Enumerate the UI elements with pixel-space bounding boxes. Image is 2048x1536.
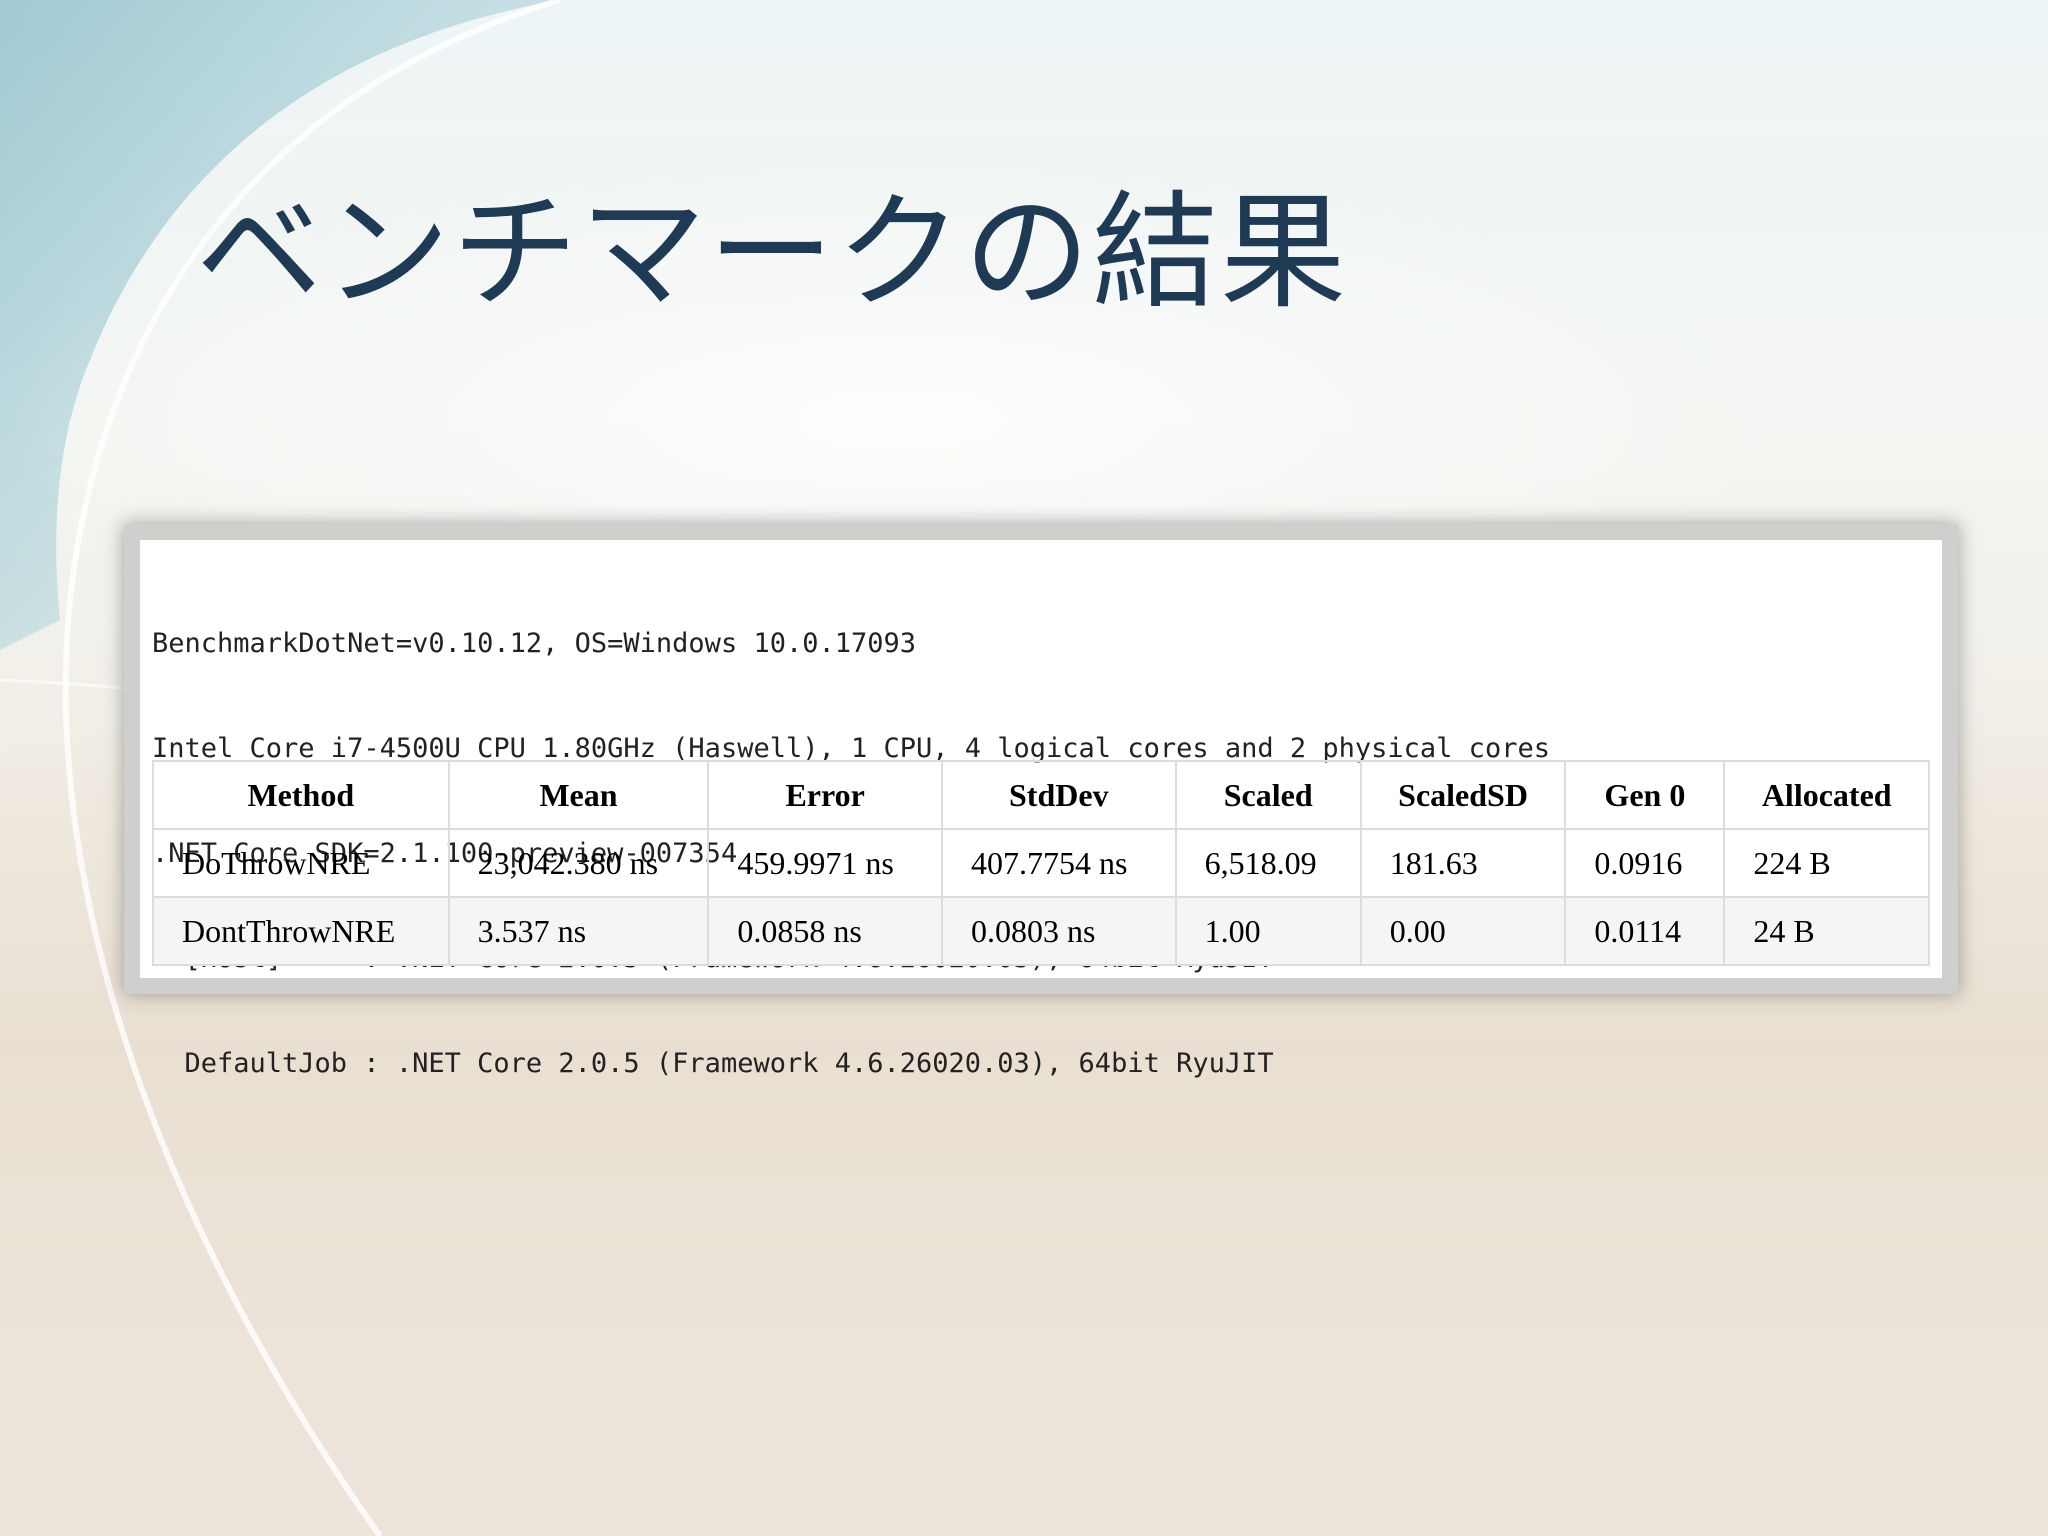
column-header-mean: Mean	[447, 760, 710, 830]
column-header-scaledsd: ScaledSD	[1359, 760, 1567, 830]
cell-scaledsd: 0.00	[1359, 896, 1567, 966]
cell-gen0: 0.0916	[1564, 828, 1726, 898]
cell-scaled: 6,518.09	[1174, 828, 1362, 898]
environment-line: DefaultJob : .NET Core 2.0.5 (Framework …	[152, 1048, 1274, 1079]
cell-scaledsd: 181.63	[1359, 828, 1567, 898]
cell-error: 459.9971 ns	[707, 828, 943, 898]
cell-error: 0.0858 ns	[707, 896, 943, 966]
environment-line: BenchmarkDotNet=v0.10.12, OS=Windows 10.…	[152, 628, 917, 659]
cell-stddev: 407.7754 ns	[940, 828, 1177, 898]
cell-method: DontThrowNRE	[152, 896, 450, 966]
cell-allocated: 24 B	[1723, 896, 1930, 966]
table-row: DoThrowNRE 23,042.380 ns 459.9971 ns 407…	[152, 828, 1930, 898]
column-header-error: Error	[707, 760, 943, 830]
benchmark-results-table: Method Mean Error StdDev Scaled ScaledSD…	[152, 760, 1930, 966]
cell-method: DoThrowNRE	[152, 828, 450, 898]
column-header-stddev: StdDev	[940, 760, 1177, 830]
cell-allocated: 224 B	[1723, 828, 1930, 898]
cell-mean: 23,042.380 ns	[447, 828, 710, 898]
slide-title: ベンチマークの結果	[196, 179, 1348, 326]
benchmark-screenshot-frame: BenchmarkDotNet=v0.10.12, OS=Windows 10.…	[124, 524, 1958, 1079]
table-header-row: Method Mean Error StdDev Scaled ScaledSD…	[152, 760, 1930, 830]
cell-gen0: 0.0114	[1564, 896, 1726, 966]
column-header-method: Method	[152, 760, 450, 830]
column-header-gen0: Gen 0	[1564, 760, 1726, 830]
table-row: DontThrowNRE 3.537 ns 0.0858 ns 0.0803 n…	[152, 896, 1930, 966]
benchmark-panel: BenchmarkDotNet=v0.10.12, OS=Windows 10.…	[140, 540, 1942, 1079]
cell-scaled: 1.00	[1174, 896, 1362, 966]
cell-mean: 3.537 ns	[447, 896, 710, 966]
column-header-scaled: Scaled	[1174, 760, 1362, 830]
cell-stddev: 0.0803 ns	[940, 896, 1177, 966]
column-header-allocated: Allocated	[1723, 760, 1930, 830]
